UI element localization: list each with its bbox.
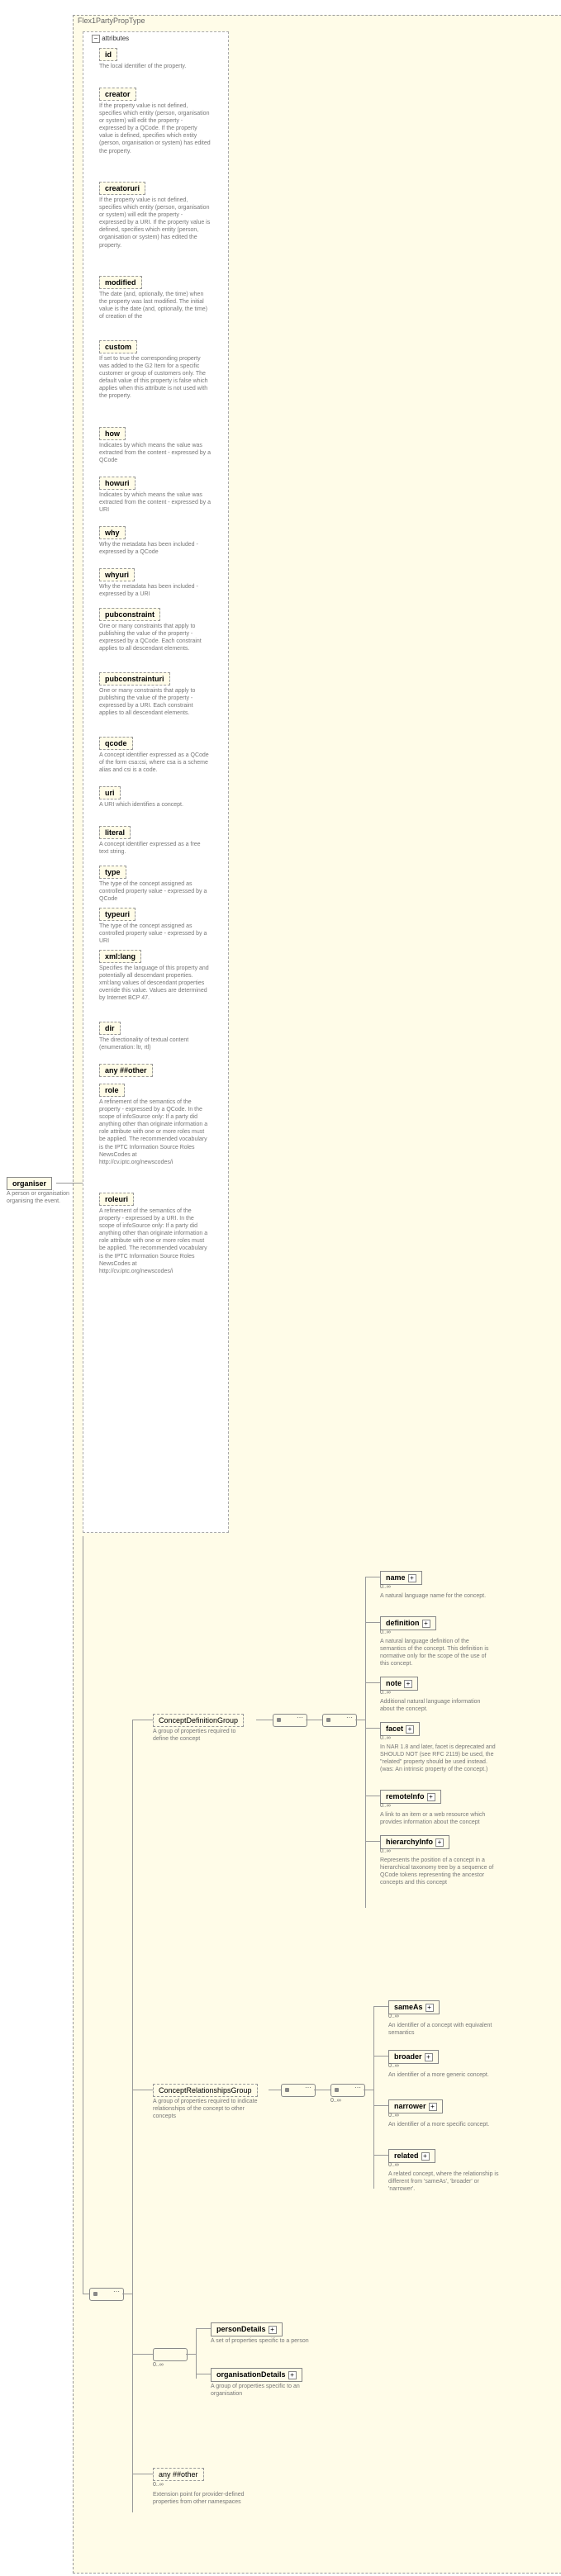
sequence-icon [281,2084,316,2097]
sequence-icon [322,1714,357,1727]
connector [73,1183,83,1184]
root-desc: A person or organisation organising the … [7,1190,73,1205]
cr-narrower: narrower+ [388,2099,443,2113]
attr-qcode-desc: A concept identifier expressed as a QCod… [99,752,211,774]
attr-roleuri: roleuri [99,1193,134,1206]
cd-name-desc: A natural language name for the concept. [380,1592,496,1600]
cd-hierarchyInfo: hierarchyInfo+ [380,1835,449,1849]
detail-personDetails-desc: A set of properties specific to a person [211,2337,326,2345]
attr-howuri: howuri [99,477,135,490]
sequence-icon [89,2288,124,2301]
cd-remoteInfo: remoteInfo+ [380,1790,441,1804]
detail-organisationDetails-desc: A group of properties specific to an org… [211,2383,326,2398]
cd-name: name+ [380,1571,422,1585]
attr-roleuri-desc: A refinement of the semantics of the pro… [99,1207,211,1275]
connector [196,2329,197,2379]
cd-remoteInfo-desc: A link to an item or a web resource whic… [380,1811,496,1826]
collapse-icon[interactable]: − [92,35,100,43]
concept-definition-group: ConceptDefinitionGroup [153,1714,244,1727]
attr-qcode: qcode [99,737,133,750]
attr-xml:lang: xml:lang [99,950,141,963]
cd-definition-desc: A natural language definition of the sem… [380,1638,496,1668]
cardinality: 0..∞ [153,2362,164,2368]
attr-dir-desc: The directionality of textual content (e… [99,1037,211,1051]
attr-how: how [99,427,126,440]
attr-pubconstrainturi-desc: One or many constraints that apply to pu… [99,687,211,717]
choice-icon [153,2348,188,2361]
attr-role-desc: A refinement of the semantics of the pro… [99,1098,211,1166]
cd-facet: facet+ [380,1722,420,1736]
attr-dir: dir [99,1022,121,1035]
cr-broader-desc: An identifier of a more generic concept. [388,2071,504,2079]
attr-custom: custom [99,340,137,353]
attr-typeuri-desc: The type of the concept assigned as cont… [99,923,211,945]
connector [186,2354,196,2355]
attr-creator-desc: If the property value is not defined, sp… [99,102,211,155]
attr-id: id [99,48,117,61]
cd-note-desc: Additional natural language information … [380,1698,496,1713]
cardinality: 0..∞ [153,2482,164,2488]
attr-creatoruri-desc: If the property value is not defined, sp… [99,197,211,249]
cr-narrower-desc: An identifier of a more specific concept… [388,2121,504,2128]
any-other-desc: Extension point for provider-defined pro… [153,2491,252,2506]
any-other: any ##other [153,2468,204,2481]
attr-uri-desc: A URI which identifies a concept. [99,801,211,809]
cd-facet-desc: In NAR 1.8 and later, facet is deprecate… [380,1743,496,1773]
attr-uri: uri [99,786,121,799]
attr-any ##other: any ##other [99,1064,153,1077]
attr-creator: creator [99,88,136,101]
attr-modified: modified [99,276,142,289]
connector [373,2007,374,2189]
connector [365,1577,366,1908]
cd-definition: definition+ [380,1616,436,1630]
attr-box [83,31,229,1533]
attr-literal-desc: A concept identifier expressed as a free… [99,841,211,856]
cr-sameAs: sameAs+ [388,2000,440,2014]
attr-how-desc: Indicates by which means the value was e… [99,442,211,464]
cr-related: related+ [388,2149,435,2163]
cardinality: 0..∞ [330,2098,341,2104]
attr-howuri-desc: Indicates by which means the value was e… [99,491,211,514]
attr-literal: literal [99,826,131,839]
cr-sameAs-desc: An identifier of a concept with equivale… [388,2022,504,2037]
attr-why: why [99,526,126,539]
detail-organisationDetails: organisationDetails+ [211,2368,302,2382]
cd-note: note+ [380,1677,418,1691]
connector [56,1183,73,1184]
crg-desc: A group of properties required to indica… [153,2098,260,2120]
attr-pubconstrainturi: pubconstrainturi [99,672,170,686]
sequence-icon [273,1714,307,1727]
attr-xml:lang-desc: Specifies the language of this property … [99,965,211,1002]
cr-broader: broader+ [388,2050,439,2064]
attr-id-desc: The local identifier of the property. [99,63,211,70]
attr-whyuri-desc: Why the metadata has been included - exp… [99,583,211,598]
attr-why-desc: Why the metadata has been included - exp… [99,541,211,556]
cd-hierarchyInfo-desc: Represents the position of a concept in … [380,1857,496,1886]
connector [132,2354,153,2355]
attr-whyuri: whyuri [99,568,135,581]
attr-label: − attributes [89,35,129,43]
attr-custom-desc: If set to true the corresponding propert… [99,355,211,401]
attr-type-desc: The type of the concept assigned as cont… [99,880,211,903]
connector [132,2474,133,2512]
concept-relationships-group: ConceptRelationshipsGroup [153,2084,258,2097]
attr-role: role [99,1084,125,1097]
cdg-desc: A group of properties required to define… [153,1728,252,1743]
attr-creatoruri: creatoruri [99,182,145,195]
attr-pubconstraint-desc: One or many constraints that apply to pu… [99,623,211,652]
root-element: organiser [7,1177,52,1190]
sequence-icon [330,2084,365,2097]
connector [132,1720,133,2512]
detail-personDetails: personDetails+ [211,2322,283,2336]
type-title: Flex1PartyPropType [78,17,145,25]
attr-pubconstraint: pubconstraint [99,608,160,621]
cr-related-desc: A related concept, where the relationshi… [388,2170,504,2193]
attr-modified-desc: The date (and, optionally, the time) whe… [99,291,211,320]
attr-typeuri: typeuri [99,908,135,921]
attr-type: type [99,866,126,879]
